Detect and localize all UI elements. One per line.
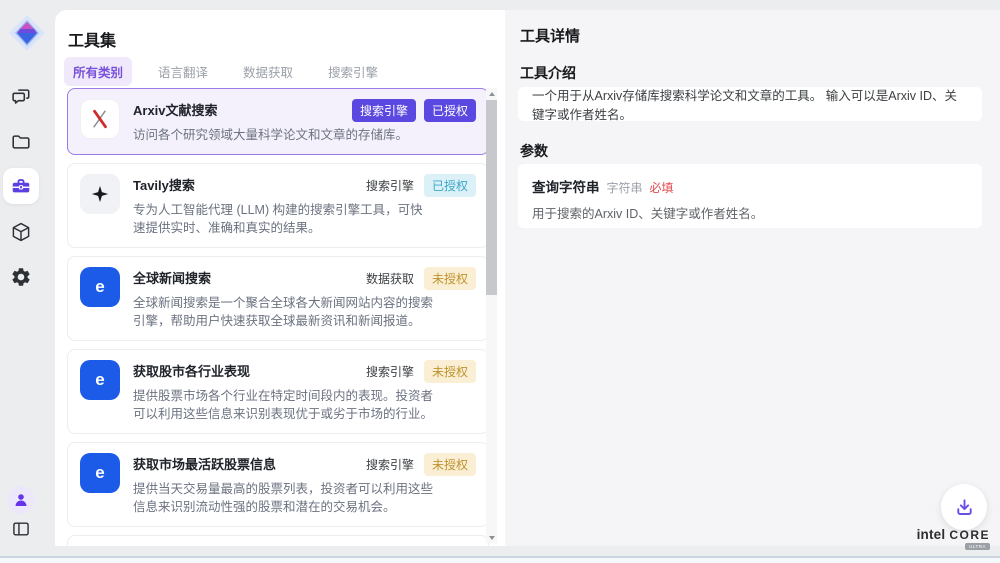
param-description: 用于搜索的Arxiv ID、关键字或作者姓名。 (532, 203, 968, 222)
category-badge: 搜索引擎 (364, 174, 416, 197)
sidebar-rail (0, 0, 55, 563)
core-wordmark: CORE (949, 528, 990, 542)
app-logo-gem-icon (8, 14, 46, 52)
tab-data-acquisition[interactable]: 数据获取 (234, 57, 302, 86)
tool-list-panel: 工具集 所有类别 语言翻译 数据获取 搜索引擎 Arxiv文献搜索 搜索引擎 已… (55, 10, 505, 546)
tool-card-tavily[interactable]: Tavily搜索 搜索引擎 已授权 专为人工智能代理 (LLM) 构建的搜索引擎… (67, 163, 489, 248)
news-e-icon: e (80, 360, 120, 400)
tool-description: 访问各个研究领域大量科学论文和文章的存储库。 (133, 126, 435, 144)
param-type: 字符串 (607, 179, 643, 196)
list-scrollbar[interactable] (486, 88, 497, 543)
tool-card-most-active-stocks[interactable]: e 获取市场最活跃股票信息 搜索引擎 未授权 提供当天交易量最高的股票列表，投资… (67, 442, 489, 527)
tab-search-engine[interactable]: 搜索引擎 (319, 57, 387, 86)
tab-language-translation[interactable]: 语言翻译 (149, 57, 217, 86)
category-badge: 搜索引擎 (364, 453, 416, 476)
detail-title: 工具详情 (520, 25, 580, 46)
intro-card: 一个用于从Arxiv存储库搜索科学论文和文章的工具。 输入可以是Arxiv ID… (518, 87, 982, 121)
category-badge: 搜索引擎 (352, 99, 416, 122)
scrollbar-up-arrow-icon[interactable] (486, 88, 497, 99)
tool-card-sector-performance[interactable]: e 获取股市各行业表现 搜索引擎 未授权 提供股票市场各个行业在特定时间段内的表… (67, 349, 489, 434)
settings-gear-icon[interactable] (10, 266, 32, 288)
intro-text: 一个用于从Arxiv存储库搜索科学论文和文章的工具。 输入可以是Arxiv ID… (532, 85, 968, 123)
auth-status-badge: 未授权 (424, 453, 476, 476)
auth-status-badge: 未授权 (424, 360, 476, 383)
tool-title: 获取股市各行业表现 (133, 360, 250, 380)
tool-description: 提供当天交易量最高的股票列表，投资者可以利用这些信息来识别流动性强的股票和潜在的… (133, 480, 435, 516)
panel-toggle-icon[interactable] (11, 519, 31, 539)
news-e-icon: e (80, 267, 120, 307)
tool-description: 全球新闻搜索是一个聚合全球各大新闻网站内容的搜索引擎，帮助用户快速获取全球最新资… (133, 294, 435, 330)
download-button[interactable] (941, 484, 987, 530)
auth-status-badge: 已授权 (424, 174, 476, 197)
news-e-icon: e (80, 453, 120, 493)
tool-detail-panel: 工具详情 工具介绍 一个用于从Arxiv存储库搜索科学论文和文章的工具。 输入可… (505, 10, 1000, 546)
window-bottom-fill (0, 558, 1000, 563)
tool-description: 提供股票市场各个行业在特定时间段内的表现。投资者可以利用这些信息来识别表现优于或… (133, 387, 435, 423)
tool-title: 获取市场最活跃股票信息 (133, 453, 276, 473)
tool-title: Arxiv文献搜索 (133, 99, 218, 119)
ultra-badge: ULTRA (965, 543, 990, 550)
params-heading: 参数 (520, 141, 548, 161)
user-avatar[interactable] (7, 486, 35, 514)
folder-icon[interactable] (10, 131, 32, 153)
package-icon[interactable] (10, 221, 32, 243)
download-icon (954, 497, 975, 518)
tool-card-arxiv[interactable]: Arxiv文献搜索 搜索引擎 已授权 访问各个研究领域大量科学论文和文章的存储库… (67, 88, 489, 155)
tool-title: Tavily搜索 (133, 174, 195, 194)
category-badge: 搜索引擎 (364, 360, 416, 383)
toolbox-icon[interactable] (10, 175, 32, 197)
auth-status-badge: 已授权 (424, 99, 476, 122)
page-title: 工具集 (68, 27, 116, 51)
param-required-flag: 必填 (650, 179, 674, 196)
star-icon (80, 174, 120, 214)
scrollbar-thumb[interactable] (486, 100, 497, 295)
param-name: 查询字符串 (532, 176, 600, 196)
arxiv-icon (80, 99, 120, 139)
tool-card-global-news[interactable]: e 全球新闻搜索 数据获取 未授权 全球新闻搜索是一个聚合全球各大新闻网站内容的… (67, 256, 489, 341)
scrollbar-down-arrow-icon[interactable] (486, 532, 497, 543)
intel-core-logo: intel CORE ULTRA (917, 527, 990, 550)
chat-icon[interactable] (10, 86, 32, 108)
parameter-card: 查询字符串 字符串 必填 用于搜索的Arxiv ID、关键字或作者姓名。 (518, 164, 982, 228)
intro-heading: 工具介绍 (520, 63, 576, 83)
tool-card-regional-news[interactable]: 万维地区新闻查询 搜索引擎 未授权 查询具体行政区划内的新闻，快速了解各地新闻动 (67, 535, 489, 546)
tab-all-categories[interactable]: 所有类别 (64, 57, 132, 86)
intel-wordmark: intel (917, 527, 946, 542)
tool-card-list: Arxiv文献搜索 搜索引擎 已授权 访问各个研究领域大量科学论文和文章的存储库… (67, 88, 489, 546)
tool-description: 专为人工智能代理 (LLM) 构建的搜索引擎工具，可快速提供实时、准确和真实的结… (133, 201, 435, 237)
category-badge: 数据获取 (364, 267, 416, 290)
auth-status-badge: 未授权 (424, 267, 476, 290)
tool-title: 全球新闻搜索 (133, 267, 211, 287)
category-tabs: 所有类别 语言翻译 数据获取 搜索引擎 (64, 57, 387, 86)
